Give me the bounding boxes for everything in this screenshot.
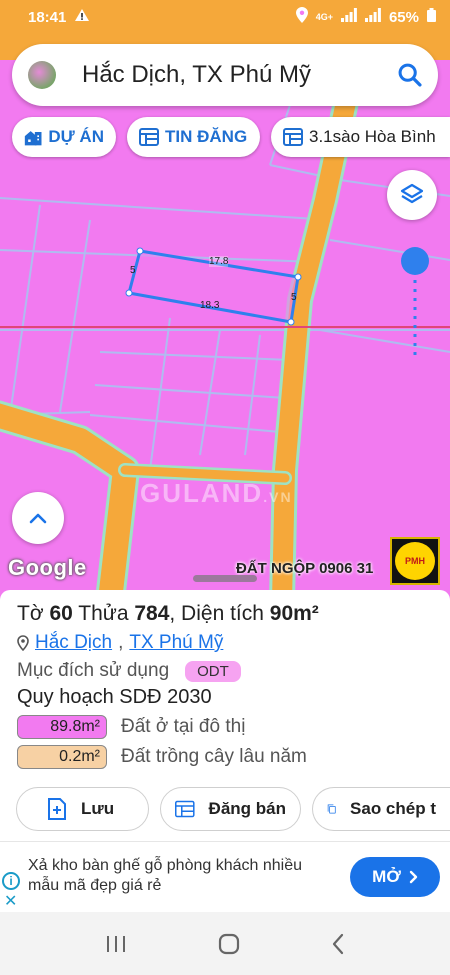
signal-icon [364, 8, 381, 26]
add-bookmark-icon [48, 798, 66, 820]
app-logo-icon[interactable] [28, 61, 56, 89]
land-use-row: 0.2m² Đất trồng cây lâu năm [17, 745, 433, 769]
plot-number: 784 [134, 602, 170, 625]
google-logo: Google [8, 555, 87, 580]
action-bar: Lưu Đăng bán Sao chép t [0, 787, 450, 833]
phone-tag: ĐẤT NGỘP 0906 31 [236, 560, 374, 577]
location-icon [295, 7, 308, 27]
layers-button[interactable] [387, 170, 437, 220]
watermark-text: GULAND [140, 478, 264, 508]
dimension-left-label: 5 [130, 265, 136, 276]
copy-button[interactable]: Sao chép t [312, 787, 450, 831]
pmh-logo-mark: PMH [395, 542, 435, 580]
dimension-bottom-label: 18.3 [200, 300, 220, 311]
pmh-logo[interactable]: PMH [390, 537, 440, 585]
status-bar: 18:41 4G+ 65% [0, 0, 450, 34]
chip-saved-listing[interactable]: 3.1sào Hòa Bình [271, 117, 450, 157]
land-use-row: 89.8m² Đất ở tại đô thị [17, 715, 433, 739]
battery-icon [427, 8, 436, 26]
land-use-label: Đất trồng cây lâu năm [121, 746, 307, 767]
ad-open-label: MỞ [372, 867, 401, 886]
location-pin-icon [17, 635, 29, 651]
chevron-right-icon [409, 870, 418, 884]
search-title[interactable]: Hắc Dịch, TX Phú Mỹ [82, 61, 396, 89]
address-separator: , [118, 632, 124, 653]
layers-icon [400, 183, 424, 204]
dimension-top-label: 17.8 [209, 256, 229, 267]
chip-label: DỰ ÁN [48, 127, 104, 146]
ad-open-button[interactable]: MỞ [350, 857, 440, 897]
chip-du-an[interactable]: DỰ ÁN [12, 117, 116, 157]
zoom-slider[interactable] [400, 246, 430, 358]
status-time: 18:41 [28, 8, 67, 26]
watermark-suffix: .VN [263, 489, 293, 505]
chevron-up-icon [29, 513, 47, 524]
chip-label: TIN ĐĂNG [165, 127, 248, 146]
chip-label: 3.1sào Hòa Bình [309, 127, 436, 146]
signal-icon [340, 8, 357, 26]
search-icon[interactable] [396, 61, 424, 89]
ward-link[interactable]: Hắc Dịch [35, 632, 112, 654]
copy-button-label: Sao chép t [350, 799, 436, 818]
warning-icon [74, 8, 90, 26]
recent-apps-icon[interactable] [104, 934, 128, 954]
plot-prefix: Thửa [72, 602, 135, 625]
building-icon [24, 131, 42, 146]
chip-tin-dang[interactable]: TIN ĐĂNG [127, 117, 260, 157]
town-link[interactable]: TX Phú Mỹ [129, 632, 223, 654]
system-nav-bar [0, 912, 450, 975]
home-icon[interactable] [217, 932, 241, 956]
purpose-label: Mục đích sử dụng [17, 660, 170, 681]
post-for-sale-button[interactable]: Đăng bán [160, 787, 301, 831]
search-bar[interactable]: Hắc Dịch, TX Phú Mỹ [12, 44, 438, 106]
ad-banner[interactable]: i ✕ Xả kho bàn ghế gỗ phòng khách nhiều … [0, 841, 450, 911]
dimension-right-label: 5 [291, 292, 297, 303]
copy-icon [327, 804, 336, 814]
save-button[interactable]: Lưu [16, 787, 149, 831]
save-button-label: Lưu [81, 799, 115, 818]
drag-handle[interactable] [193, 575, 257, 582]
heading-prefix: Tờ [17, 602, 50, 625]
purpose-code-badge: ODT [185, 660, 241, 682]
back-icon[interactable] [330, 933, 346, 955]
expand-up-button[interactable] [12, 492, 64, 544]
sheet-number: 60 [49, 602, 73, 625]
watermark: GULAND.VN [140, 478, 293, 509]
purpose-row: Mục đích sử dụng ODT [17, 660, 433, 682]
address-row: Hắc Dịch, TX Phú Mỹ [17, 632, 433, 654]
listing-icon [175, 800, 195, 818]
area-value: 90m² [269, 602, 319, 625]
land-use-value: 0.2m² [17, 745, 107, 769]
area-prefix: , Diện tích [169, 602, 270, 625]
post-for-sale-label: Đăng bán [208, 799, 286, 818]
ad-text: Xả kho bàn ghế gỗ phòng khách nhiều mẫu … [28, 857, 303, 894]
parcel-heading: Tờ 60 Thửa 784, Diện tích 90m² [17, 602, 433, 626]
listing-icon [139, 128, 159, 146]
pmh-logo-text: PMH [405, 556, 425, 566]
land-use-value: 89.8m² [17, 715, 107, 739]
battery-label: 65% [388, 8, 419, 26]
land-use-label: Đất ở tại đô thị [121, 716, 246, 737]
app-root: 17.8 18.3 5 5 18:41 4G+ 65% Hắc Dịch, TX… [0, 0, 450, 975]
listing-icon [283, 128, 303, 146]
ad-info-icon[interactable]: i [2, 872, 20, 890]
ad-close-icon[interactable]: ✕ [4, 891, 17, 911]
network-label: 4G+ [315, 12, 333, 22]
plan-title: Quy hoạch SDĐ 2030 [17, 686, 212, 708]
